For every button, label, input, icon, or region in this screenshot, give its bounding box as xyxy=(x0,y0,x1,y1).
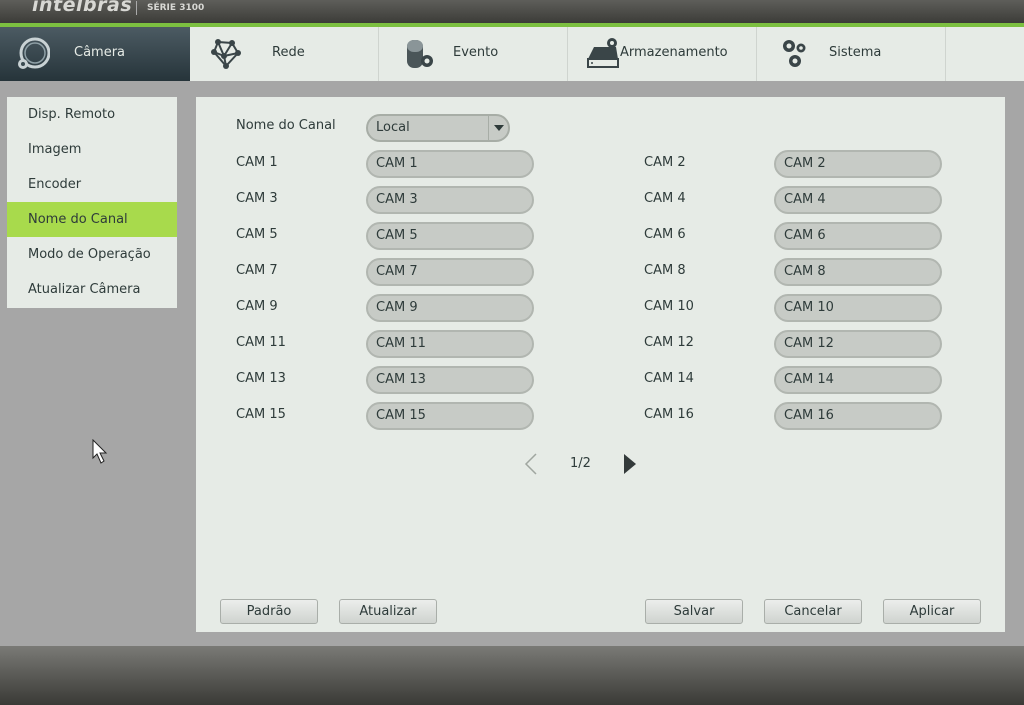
nav-filler xyxy=(946,27,1024,81)
channel-label: CAM 4 xyxy=(644,191,686,206)
alarm-light-icon xyxy=(407,40,433,68)
channel-label: CAM 5 xyxy=(236,227,278,242)
channel-label: CAM 6 xyxy=(644,227,686,242)
tab-camera-label: Câmera xyxy=(74,45,126,60)
tab-storage[interactable]: Armazenamento xyxy=(568,27,757,81)
channel-name-input[interactable]: CAM 1 xyxy=(366,150,534,178)
tab-network-label: Rede xyxy=(272,45,305,60)
channel-label: CAM 16 xyxy=(644,407,694,422)
network-icon xyxy=(211,39,241,69)
top-bar: intelbras SÉRIE 3100 xyxy=(0,0,1024,23)
cancel-button[interactable]: Cancelar xyxy=(764,599,862,624)
sidebar-item-channel-name[interactable]: Nome do Canal xyxy=(7,202,177,237)
main-nav: Câmera Rede Evento Armazenamento Sistema xyxy=(0,27,1024,81)
sidebar: Disp. Remoto Imagem Encoder Nome do Cana… xyxy=(7,97,177,308)
tab-storage-label: Armazenamento xyxy=(620,45,728,60)
mouse-cursor-icon xyxy=(92,439,108,464)
refresh-button[interactable]: Atualizar xyxy=(339,599,437,624)
channel-name-input[interactable]: CAM 3 xyxy=(366,186,534,214)
channel-name-input[interactable]: CAM 7 xyxy=(366,258,534,286)
brand-divider xyxy=(136,1,137,15)
channel-name-input[interactable]: CAM 2 xyxy=(774,150,942,178)
channel-name-input[interactable]: CAM 12 xyxy=(774,330,942,358)
tab-event-label: Evento xyxy=(453,45,499,60)
channel-source-value: Local xyxy=(376,120,410,135)
tab-camera[interactable]: Câmera xyxy=(0,27,190,81)
channel-source-select[interactable]: Local xyxy=(366,114,510,142)
camera-gear-icon xyxy=(18,37,50,69)
sidebar-item-update-camera[interactable]: Atualizar Câmera xyxy=(7,272,177,307)
channel-label: CAM 9 xyxy=(236,299,278,314)
gears-icon xyxy=(783,40,806,67)
sidebar-item-image[interactable]: Imagem xyxy=(7,132,177,167)
previous-page-icon[interactable] xyxy=(523,452,539,476)
tab-system-label: Sistema xyxy=(829,45,882,60)
channel-name-input[interactable]: CAM 13 xyxy=(366,366,534,394)
channel-name-label: Nome do Canal xyxy=(236,118,336,133)
channel-label: CAM 11 xyxy=(236,335,286,350)
channel-label: CAM 12 xyxy=(644,335,694,350)
hard-drive-icon xyxy=(587,38,619,68)
channel-name-input[interactable]: CAM 14 xyxy=(774,366,942,394)
channel-label: CAM 15 xyxy=(236,407,286,422)
sidebar-item-encoder[interactable]: Encoder xyxy=(7,167,177,202)
bottom-bar xyxy=(0,646,1024,705)
apply-button[interactable]: Aplicar xyxy=(883,599,981,624)
channel-label: CAM 13 xyxy=(236,371,286,386)
page-indicator: 1/2 xyxy=(570,456,591,471)
tab-event[interactable]: Evento xyxy=(379,27,568,81)
channel-label: CAM 10 xyxy=(644,299,694,314)
channel-name-input[interactable]: CAM 4 xyxy=(774,186,942,214)
channel-label: CAM 8 xyxy=(644,263,686,278)
channel-name-input[interactable]: CAM 9 xyxy=(366,294,534,322)
channel-name-input[interactable]: CAM 8 xyxy=(774,258,942,286)
channel-label: CAM 14 xyxy=(644,371,694,386)
sidebar-item-operation-mode[interactable]: Modo de Operação xyxy=(7,237,177,272)
channel-name-input[interactable]: CAM 5 xyxy=(366,222,534,250)
sidebar-item-remote-device[interactable]: Disp. Remoto xyxy=(7,97,177,132)
channel-label: CAM 3 xyxy=(236,191,278,206)
default-button[interactable]: Padrão xyxy=(220,599,318,624)
channel-name-input[interactable]: CAM 11 xyxy=(366,330,534,358)
channel-name-input[interactable]: CAM 16 xyxy=(774,402,942,430)
tab-system[interactable]: Sistema xyxy=(757,27,946,81)
series-label: SÉRIE 3100 xyxy=(147,3,205,13)
channel-name-input[interactable]: CAM 10 xyxy=(774,294,942,322)
channel-name-input[interactable]: CAM 15 xyxy=(366,402,534,430)
chevron-down-icon[interactable] xyxy=(488,116,508,140)
brand-logo: intelbras xyxy=(32,0,133,16)
channel-name-input[interactable]: CAM 6 xyxy=(774,222,942,250)
channel-label: CAM 7 xyxy=(236,263,278,278)
channel-label: CAM 1 xyxy=(236,155,278,170)
save-button[interactable]: Salvar xyxy=(645,599,743,624)
channel-name-panel: Nome do Canal Local CAM 1 CAM 1 CAM 2 CAM 2… xyxy=(196,97,1005,632)
next-page-icon[interactable] xyxy=(622,452,638,476)
channel-label: CAM 2 xyxy=(644,155,686,170)
tab-network[interactable]: Rede xyxy=(190,27,379,81)
